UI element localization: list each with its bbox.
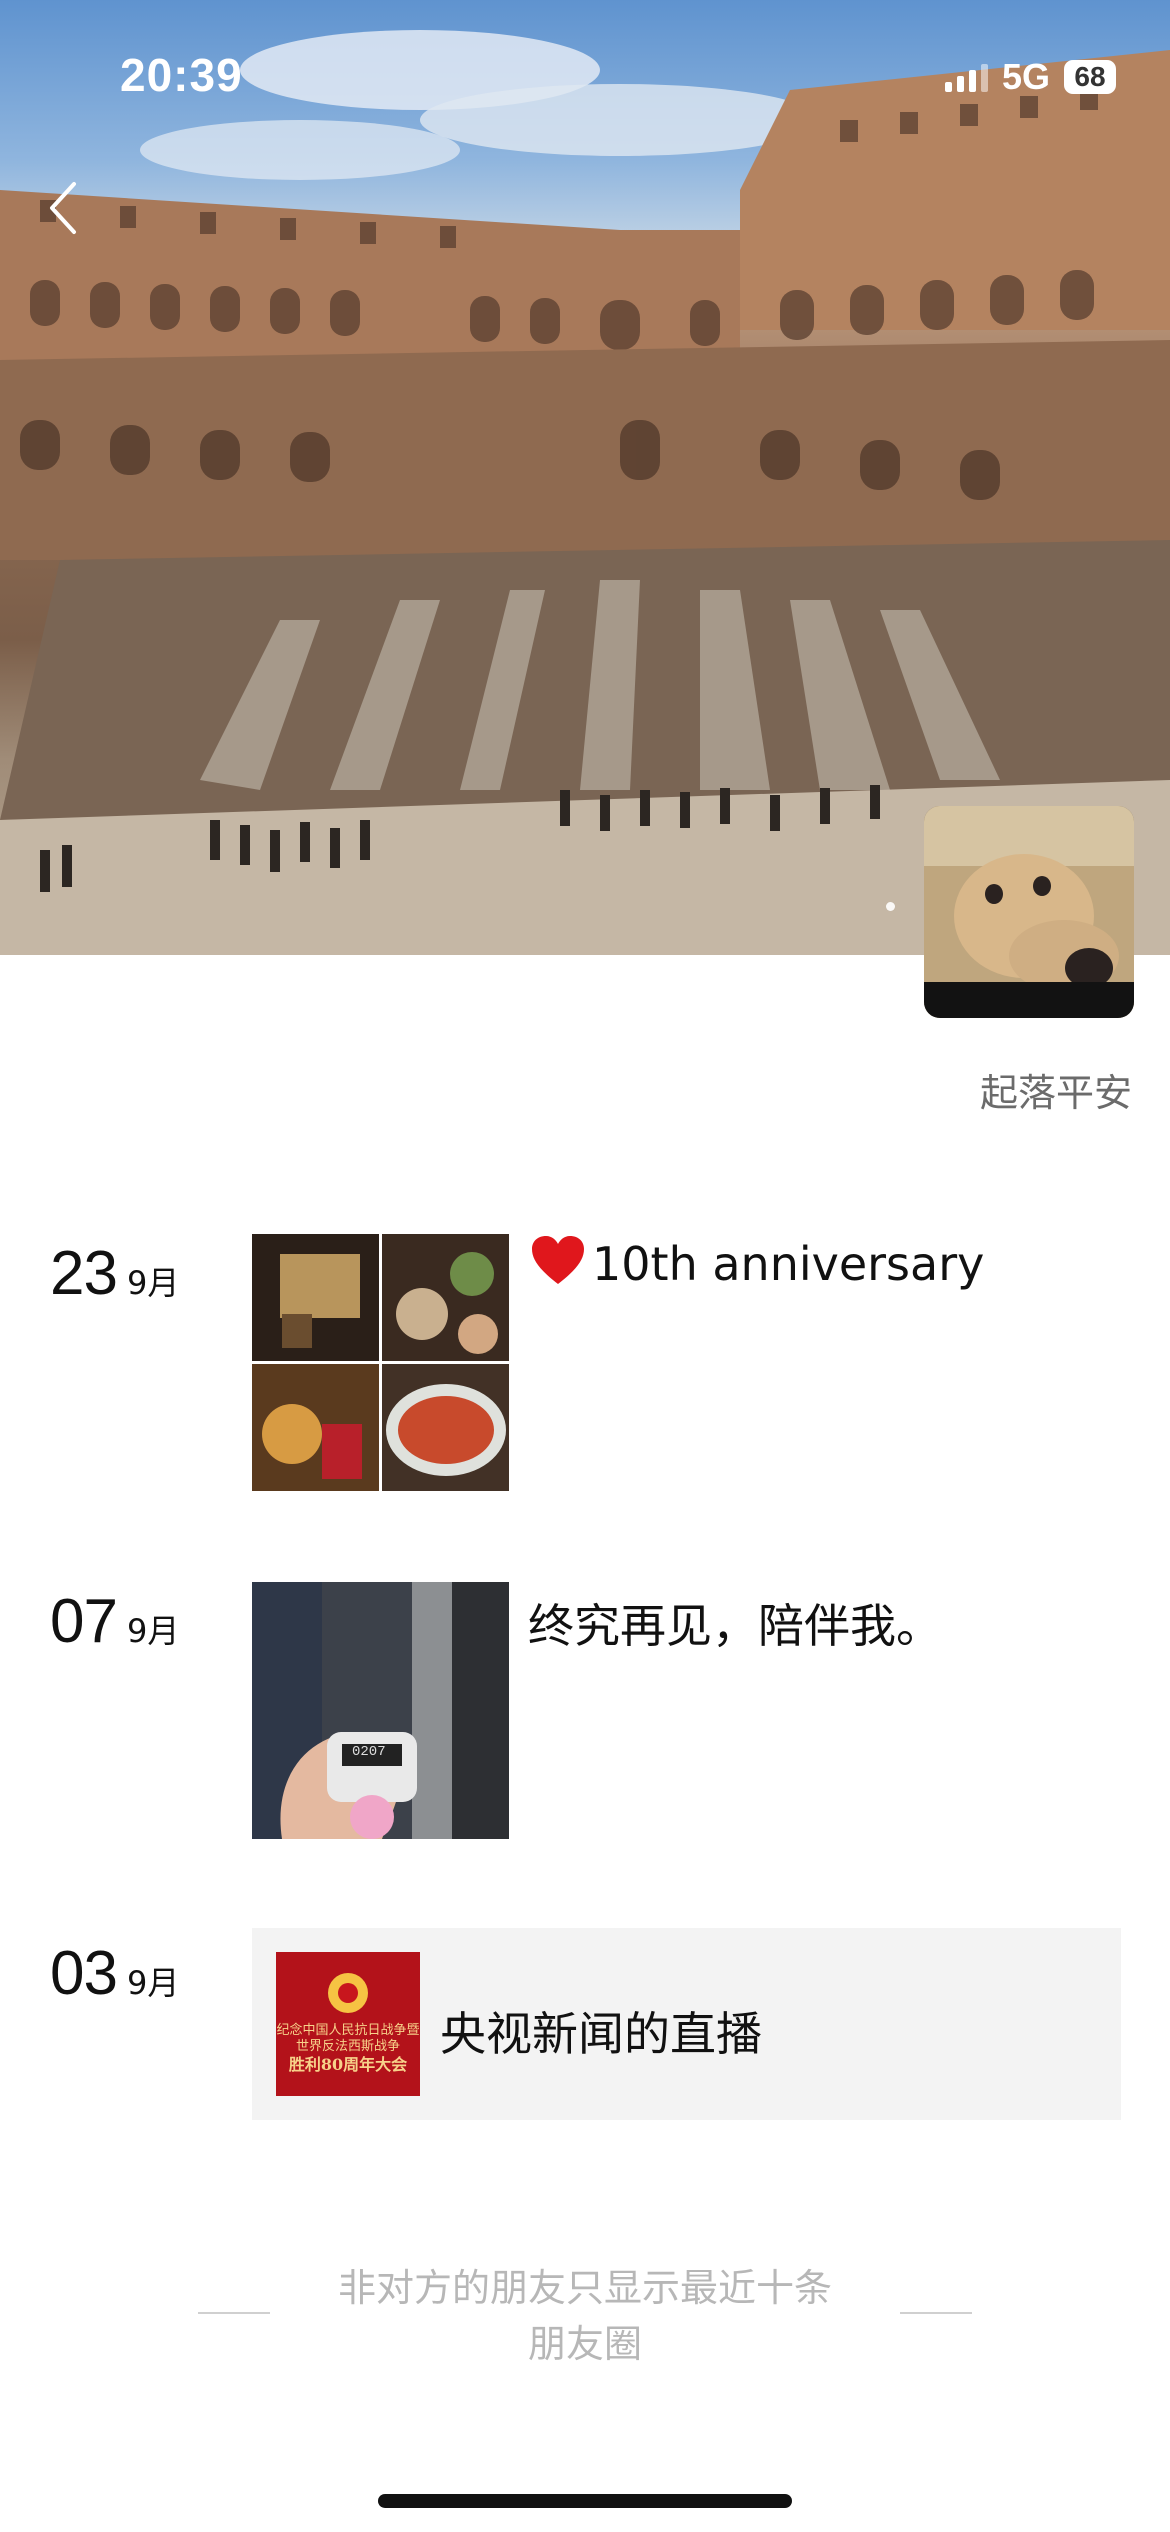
back-button[interactable]: [44, 178, 84, 238]
shared-link-title: 央视新闻的直播: [440, 2007, 762, 2061]
footer-note: 非对方的朋友只显示最近十条 朋友圈: [0, 2260, 1170, 2372]
carousel-dot: [886, 902, 895, 911]
status-indicators: 5G 68: [944, 56, 1116, 98]
avatar-dog-image: [924, 806, 1134, 1018]
post-image[interactable]: [382, 1234, 509, 1361]
network-type: 5G: [1001, 56, 1050, 97]
post-image[interactable]: [252, 1364, 379, 1491]
post-image-grid[interactable]: [252, 1234, 509, 1491]
footer-line-2: 朋友圈: [527, 2322, 642, 2366]
battery-level: 68: [1064, 60, 1116, 94]
post-date: 07 9月: [50, 1586, 179, 1657]
thumbnail-text: 纪念中国人民抗日战争暨世界反法西斯战争: [276, 2023, 420, 2054]
post-day: 03: [50, 1939, 118, 2008]
emblem-icon: [328, 1973, 368, 2013]
signal-icon: [944, 62, 988, 92]
shared-link-thumbnail: 纪念中国人民抗日战争暨世界反法西斯战争 胜利80周年大会: [276, 1952, 420, 2096]
post-image[interactable]: [382, 1364, 509, 1491]
post-date: 23 9月: [50, 1238, 179, 1309]
post-caption-row: 10th anniversary: [530, 1234, 984, 1291]
thumbnail-title: 胜利80周年大会: [288, 2055, 408, 2074]
profile-nickname: 起落平安: [979, 1071, 1132, 1115]
chevron-left-icon: [50, 182, 76, 234]
post-day: 23: [50, 1239, 118, 1308]
post-month: 9月: [126, 1964, 180, 2002]
post-text: 终究再见，陪伴我。: [528, 1599, 942, 1653]
post-month: 9月: [126, 1612, 180, 1650]
post-image[interactable]: [252, 1234, 379, 1361]
post-text: 10th anniversary: [592, 1237, 985, 1291]
avatar[interactable]: [924, 806, 1134, 1018]
post-date: 03 9月: [50, 1938, 179, 2009]
footer-line-1: 非对方的朋友只显示最近十条: [337, 2266, 832, 2310]
post-day: 07: [50, 1587, 118, 1656]
heart-icon: [532, 1236, 584, 1284]
counter-display: 0207: [352, 1744, 386, 1760]
post-month: 9月: [126, 1264, 180, 1302]
post-image[interactable]: 0207: [252, 1582, 509, 1839]
status-time: 20:39: [120, 49, 243, 101]
home-indicator[interactable]: [378, 2494, 792, 2508]
shared-link-card[interactable]: 纪念中国人民抗日战争暨世界反法西斯战争 胜利80周年大会 央视新闻的直播: [252, 1928, 1121, 2120]
